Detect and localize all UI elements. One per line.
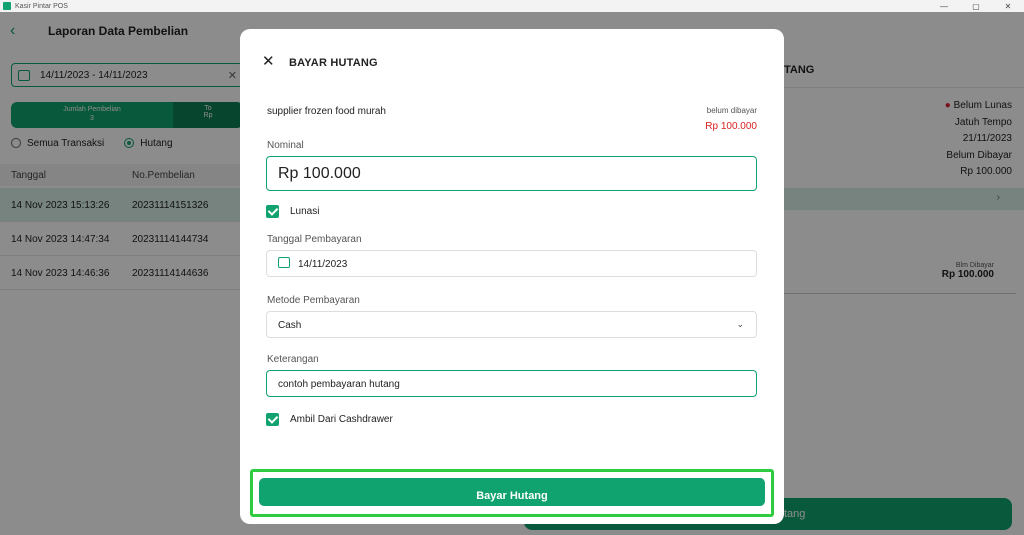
settle-checkbox[interactable] bbox=[266, 205, 279, 218]
pay-debt-modal: ✕ BAYAR HUTANG supplier frozen food mura… bbox=[240, 29, 784, 524]
minimize-button[interactable]: — bbox=[928, 2, 960, 11]
cashdrawer-checkbox[interactable] bbox=[266, 413, 279, 426]
payment-date-label: Tanggal Pembayaran bbox=[267, 234, 362, 245]
supplier-name: supplier frozen food murah bbox=[267, 106, 386, 117]
pay-button-highlight: Bayar Hutang bbox=[250, 469, 774, 517]
cashdrawer-label: Ambil Dari Cashdrawer bbox=[290, 414, 393, 425]
calendar-icon bbox=[278, 257, 290, 269]
payment-method-label: Metode Pembayaran bbox=[267, 295, 360, 306]
close-window-button[interactable]: ✕ bbox=[992, 2, 1024, 11]
nominal-input[interactable]: Rp 100.000 bbox=[266, 156, 757, 191]
close-icon[interactable]: ✕ bbox=[262, 54, 275, 69]
app-logo-icon bbox=[3, 2, 11, 10]
status-label: belum dibayar bbox=[706, 106, 757, 115]
window-titlebar: Kasir Pintar POS — ▢ ✕ bbox=[0, 0, 1024, 12]
chevron-down-icon: ⌄ bbox=[736, 319, 744, 329]
status-amount: Rp 100.000 bbox=[705, 121, 757, 132]
modal-title: BAYAR HUTANG bbox=[289, 57, 378, 69]
note-label: Keterangan bbox=[267, 354, 319, 365]
nominal-label: Nominal bbox=[267, 140, 304, 151]
window-title: Kasir Pintar POS bbox=[15, 2, 68, 10]
pay-debt-button[interactable]: Bayar Hutang bbox=[259, 478, 765, 506]
settle-label: Lunasi bbox=[290, 206, 320, 217]
maximize-button[interactable]: ▢ bbox=[960, 2, 992, 11]
payment-date-field[interactable]: 14/11/2023 bbox=[266, 250, 757, 277]
note-input[interactable]: contoh pembayaran hutang bbox=[266, 370, 757, 397]
payment-method-select[interactable]: Cash ⌄ bbox=[266, 311, 757, 338]
